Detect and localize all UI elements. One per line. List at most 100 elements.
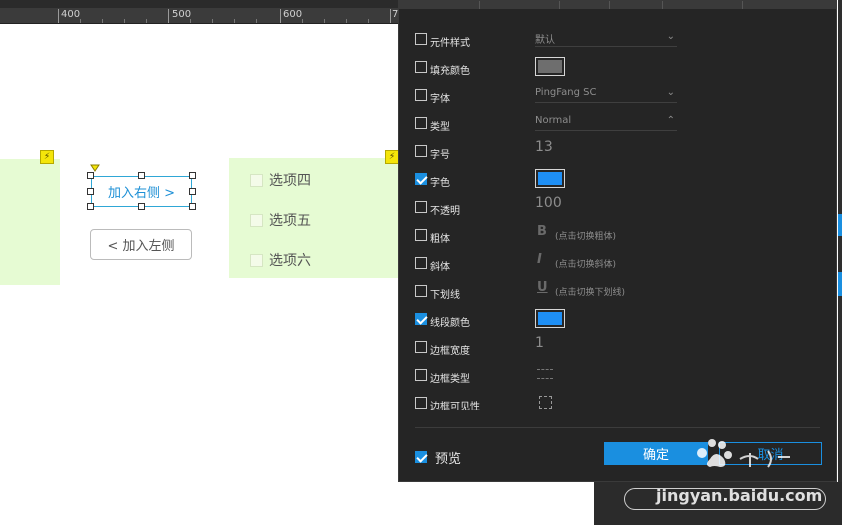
property-value-input[interactable]: 1: [535, 335, 544, 351]
ruler-tick: [58, 9, 59, 23]
side-panel: [838, 0, 842, 525]
property-label: 斜体: [430, 262, 450, 273]
resize-handle[interactable]: [138, 172, 145, 179]
property-row: 元件样式 默认 ⌄: [415, 29, 825, 49]
option-item[interactable]: 选项四: [250, 170, 311, 190]
watermark-logo-icon: [697, 439, 790, 468]
dropdown-value: PingFang SC: [535, 87, 597, 98]
property-checkbox[interactable]: [415, 229, 427, 241]
chevron-down-icon[interactable]: ⌄: [667, 87, 675, 98]
property-label: 填充颜色: [430, 66, 470, 77]
resize-handle[interactable]: [189, 203, 196, 210]
property-checkbox[interactable]: [415, 257, 427, 269]
property-row: 字体 PingFang SC ⌄: [415, 85, 825, 105]
property-checkbox[interactable]: [415, 201, 427, 213]
bold-icon[interactable]: B: [537, 224, 547, 239]
ruler-tick: [168, 9, 169, 23]
italic-icon[interactable]: I: [537, 252, 542, 267]
option-label: 选项四: [269, 173, 311, 189]
format-hint: (点击切换下划线): [555, 288, 626, 298]
option-item[interactable]: 选项六: [250, 250, 311, 270]
left-list-panel[interactable]: [0, 159, 60, 285]
ruler-tick: [280, 9, 281, 23]
resize-handle[interactable]: [87, 172, 94, 179]
option-checkbox[interactable]: [250, 213, 263, 227]
tab[interactable]: [399, 1, 480, 9]
resize-handle[interactable]: [138, 203, 145, 210]
property-checkbox[interactable]: [415, 89, 427, 101]
property-label: 下划线: [430, 290, 460, 301]
underline-icon[interactable]: U: [537, 280, 548, 295]
tab[interactable]: [480, 1, 560, 9]
property-checkbox[interactable]: [415, 61, 427, 73]
property-checkbox[interactable]: [415, 369, 427, 381]
resize-handle[interactable]: [189, 172, 196, 179]
title-strip: [0, 0, 400, 8]
property-checkbox[interactable]: [415, 173, 427, 185]
chevron-down-icon[interactable]: ⌄: [667, 31, 675, 42]
property-list[interactable]: 元件样式 默认 ⌄ 填充颜色 字体 PingFang SC ⌄ 类型 Normal ⌃ 字号 13 字色…: [415, 25, 825, 410]
property-checkbox[interactable]: [415, 117, 427, 129]
tab[interactable]: [610, 1, 663, 9]
format-hint: (点击切换粗体): [555, 232, 617, 242]
property-row: 填充颜色: [415, 57, 825, 77]
side-panel-accent: [838, 214, 842, 236]
border-type-icon[interactable]: [537, 369, 553, 379]
add-left-button[interactable]: < 加入左侧: [90, 229, 192, 260]
preview-checkbox[interactable]: [415, 451, 427, 463]
option-item[interactable]: 选项五: [250, 210, 311, 230]
property-row: 线段颜色: [415, 309, 825, 329]
color-swatch[interactable]: [535, 57, 565, 76]
resize-handle[interactable]: [87, 203, 94, 210]
property-label: 粗体: [430, 234, 450, 245]
border-visibility-icon[interactable]: [539, 396, 552, 409]
property-checkbox[interactable]: [415, 313, 427, 325]
style-dialog: 元件样式 默认 ⌄ 填充颜色 字体 PingFang SC ⌄ 类型 Normal ⌃ 字号 13 字色…: [398, 0, 837, 482]
dropdown-value: 默认: [535, 35, 555, 46]
property-checkbox[interactable]: [415, 33, 427, 45]
property-label: 边框类型: [430, 374, 470, 385]
property-row: 字号 13: [415, 139, 825, 161]
property-row: 边框类型: [415, 365, 825, 385]
stepper-arrows-icon[interactable]: ⌃: [667, 115, 675, 126]
property-label: 边框宽度: [430, 346, 470, 357]
side-panel-accent: [838, 272, 842, 296]
preview-label: 预览: [435, 452, 462, 467]
color-swatch[interactable]: [535, 169, 565, 188]
tab[interactable]: [560, 1, 610, 9]
format-hint: (点击切换斜体): [555, 260, 617, 270]
option-checkbox[interactable]: [250, 253, 263, 267]
tab[interactable]: [663, 1, 743, 9]
property-row: 斜体 I (点击切换斜体): [415, 252, 825, 273]
property-row: 边框可见性: [415, 393, 825, 410]
property-row: 粗体 B (点击切换粗体): [415, 224, 825, 245]
interaction-bolt-icon[interactable]: ⚡: [385, 150, 399, 164]
property-row: 不透明 100: [415, 195, 825, 217]
resize-handle[interactable]: [87, 188, 94, 195]
design-canvas[interactable]: ⚡ 加入右侧 > < 加入左侧 ⚡ 选项四 选项五 选项六: [0, 24, 400, 525]
property-label: 边框可见性: [430, 402, 480, 410]
property-row: 下划线 U (点击切换下划线): [415, 280, 825, 301]
property-value-input[interactable]: 100: [535, 195, 562, 211]
property-label: 线段颜色: [430, 318, 470, 329]
property-checkbox[interactable]: [415, 341, 427, 353]
property-dropdown[interactable]: 默认 ⌄: [535, 31, 677, 47]
watermark-text: jingyan.baidu.com: [656, 486, 823, 505]
dialog-divider: [415, 427, 820, 428]
resize-handle[interactable]: [189, 188, 196, 195]
property-row: 类型 Normal ⌃: [415, 113, 825, 133]
property-checkbox[interactable]: [415, 397, 427, 409]
type-stepper[interactable]: Normal ⌃: [535, 115, 677, 131]
ruler-tick: [390, 9, 391, 23]
property-label: 元件样式: [430, 38, 470, 49]
option-checkbox[interactable]: [250, 173, 263, 187]
property-checkbox[interactable]: [415, 285, 427, 297]
color-swatch[interactable]: [535, 309, 565, 328]
property-label: 字号: [430, 150, 450, 161]
interaction-bolt-icon[interactable]: ⚡: [40, 150, 54, 164]
property-checkbox[interactable]: [415, 145, 427, 157]
anchor-marker-icon[interactable]: [90, 164, 100, 172]
property-value-input[interactable]: 13: [535, 139, 553, 155]
property-dropdown[interactable]: PingFang SC ⌄: [535, 87, 677, 103]
property-label: 字体: [430, 94, 450, 105]
